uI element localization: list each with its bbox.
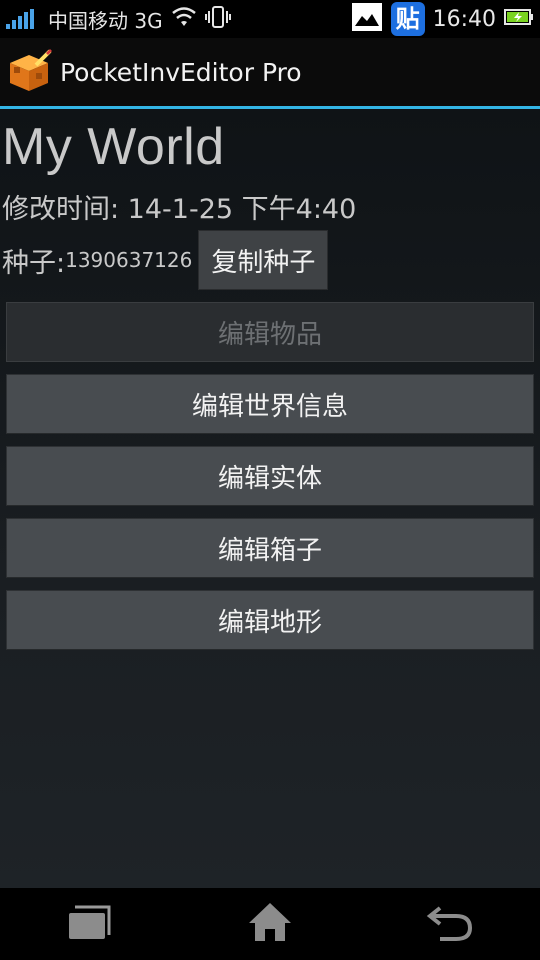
wifi-icon — [171, 6, 197, 33]
main-content: My World 修改时间: 14-1-25 下午4:40 种子: 139063… — [0, 109, 540, 888]
battery-icon — [504, 7, 534, 31]
seed-value: 1390637126 — [65, 248, 193, 272]
screen: 中国移动 3G 贴 16:40 PocketInvEditor Pro My W… — [0, 0, 540, 960]
back-button[interactable] — [405, 894, 495, 954]
image-icon — [351, 2, 383, 37]
copy-seed-button[interactable]: 复制种子 — [198, 230, 329, 290]
home-icon — [247, 901, 293, 947]
seed-row: 种子: 1390637126 复制种子 — [2, 230, 329, 290]
action-bar: PocketInvEditor Pro — [0, 38, 540, 106]
edit-entities-button[interactable]: 编辑实体 — [6, 446, 534, 506]
status-right: 贴 16:40 — [351, 2, 540, 37]
edit-terrain-button[interactable]: 编辑地形 — [6, 590, 534, 650]
world-name: My World — [2, 118, 225, 176]
app-cube-icon[interactable] — [6, 49, 52, 95]
edit-chests-button[interactable]: 编辑箱子 — [6, 518, 534, 578]
navigation-bar — [0, 888, 540, 960]
tieba-icon: 贴 — [390, 2, 425, 36]
status-time: 16:40 — [432, 6, 496, 32]
recent-apps-button[interactable] — [45, 894, 135, 954]
home-button[interactable] — [225, 894, 315, 954]
carrier-text: 中国移动 3G — [48, 8, 163, 33]
signal-icon — [6, 9, 40, 29]
back-icon — [426, 902, 474, 946]
recent-apps-icon — [65, 903, 115, 945]
status-left: 中国移动 3G — [0, 5, 351, 34]
status-bar: 中国移动 3G 贴 16:40 — [0, 0, 540, 38]
edit-world-info-button[interactable]: 编辑世界信息 — [6, 374, 534, 434]
modified-time: 修改时间: 14-1-25 下午4:40 — [2, 194, 357, 225]
edit-items-button[interactable]: 编辑物品 — [6, 302, 534, 362]
seed-label: 种子: — [2, 247, 66, 279]
vibrate-icon — [204, 5, 231, 34]
app-title: PocketInvEditor Pro — [60, 57, 302, 87]
